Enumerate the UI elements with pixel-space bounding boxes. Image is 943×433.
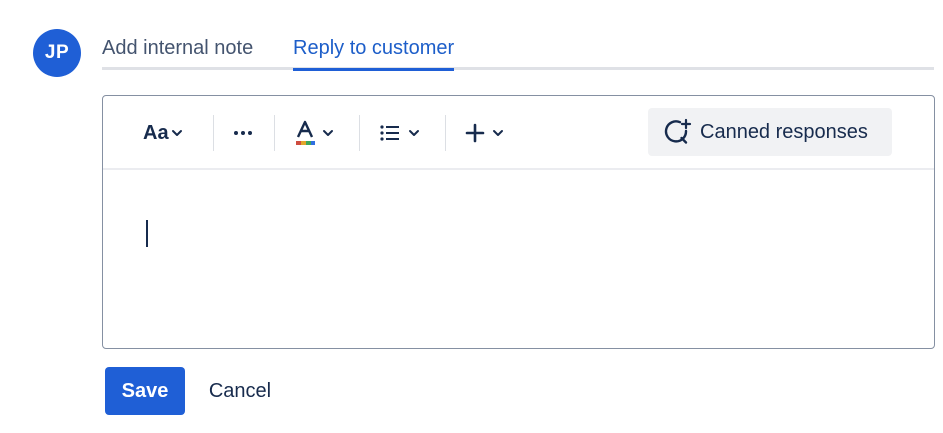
reply-tabs: Add internal note Reply to customer bbox=[102, 29, 934, 71]
tab-add-internal-note[interactable]: Add internal note bbox=[102, 37, 253, 67]
chevron-down-icon bbox=[493, 130, 503, 136]
toolbar-divider bbox=[274, 115, 275, 151]
text-style-button[interactable]: Aa bbox=[143, 116, 184, 150]
tab-reply-to-customer[interactable]: Reply to customer bbox=[293, 37, 455, 71]
list-button[interactable] bbox=[379, 116, 421, 150]
canned-responses-button[interactable]: Canned responses bbox=[648, 108, 892, 156]
more-horizontal-icon bbox=[234, 131, 252, 135]
editor-toolbar: Aa Canned responses bbox=[103, 96, 934, 170]
chevron-down-icon bbox=[171, 130, 182, 136]
reply-editor: Aa Canned responses bbox=[102, 95, 935, 349]
more-formatting-button[interactable] bbox=[231, 116, 255, 150]
text-cursor bbox=[146, 220, 148, 247]
toolbar-divider bbox=[445, 115, 446, 151]
toolbar-divider bbox=[213, 115, 214, 151]
save-button[interactable]: Save bbox=[105, 367, 185, 415]
canned-responses-label: Canned responses bbox=[700, 120, 868, 143]
insert-button[interactable] bbox=[465, 116, 505, 150]
plus-icon bbox=[465, 123, 485, 143]
text-style-label: Aa bbox=[143, 121, 169, 144]
avatar[interactable]: JP bbox=[33, 29, 81, 77]
text-color-button[interactable] bbox=[293, 116, 335, 150]
chevron-down-icon bbox=[323, 130, 333, 136]
bullet-list-icon bbox=[380, 125, 399, 141]
comment-add-icon bbox=[664, 118, 692, 144]
text-color-icon bbox=[296, 120, 315, 145]
cancel-button[interactable]: Cancel bbox=[196, 367, 284, 415]
toolbar-divider bbox=[359, 115, 360, 151]
chevron-down-icon bbox=[409, 130, 419, 136]
reply-text-area[interactable] bbox=[103, 170, 934, 348]
